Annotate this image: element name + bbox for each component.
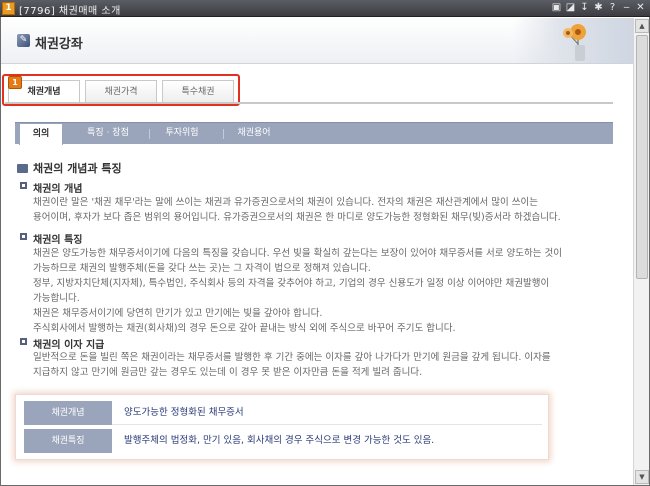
summary-row: 채권개념 양도가능한 정형화된 채무증서 [24, 401, 542, 425]
scroll-down-icon[interactable]: ▼ [635, 470, 649, 484]
tab-badge: 1 [8, 76, 22, 89]
scroll-thumb[interactable] [636, 35, 648, 279]
tab-bond-price[interactable]: 채권가격 [85, 80, 157, 102]
vase-image [575, 45, 585, 61]
tab-special-bond[interactable]: 특수채권 [162, 80, 234, 102]
window-mode-icon[interactable]: ◪ [565, 2, 576, 14]
pin-icon[interactable]: ↧ [579, 2, 590, 14]
close-icon[interactable]: ✕ [635, 2, 646, 14]
app-icon: 1 [2, 2, 15, 15]
subtab-glossary[interactable]: 채권용어 [227, 123, 281, 144]
item-heading: 채권의 특징 [33, 235, 83, 246]
scroll-up-icon[interactable]: ▲ [635, 19, 649, 33]
minimize-icon[interactable]: ‒ [621, 2, 632, 14]
item-text: 일반적으로 돈을 빌린 쪽은 채권이라는 채무증서를 발행한 후 기간 중에는 … [33, 352, 551, 378]
summary-value: 양도가능한 정형화된 채무증서 [124, 407, 244, 418]
summary-label: 채권특징 [24, 429, 112, 453]
tab-bond-concept[interactable]: 1 채권개념 [8, 76, 80, 102]
summary-row: 채권특징 발행주체의 법정화, 만기 있음, 회사채의 경우 주식으로 변경 가… [24, 429, 542, 453]
link-icon[interactable]: ▣ [551, 2, 562, 14]
subtab-separator [223, 129, 224, 139]
row-divider [112, 424, 542, 425]
subtab-risk[interactable]: 투자위험 [155, 123, 209, 144]
item-text: 채권이란 말은 '채권 채무'라는 말에 쓰이는 채권과 유가증권으로서의 채권… [33, 197, 561, 223]
summary-box: 채권개념 양도가능한 정형화된 채무증서 채권특징 발행주체의 법정화, 만기 … [15, 394, 549, 460]
item-heading: 채권의 이자 지급 [33, 340, 105, 351]
book-icon: ✎ [17, 34, 30, 47]
section-title: 채권의 개념과 특징 [17, 160, 122, 176]
page-header: ✎ 채권강좌 [1, 18, 633, 64]
settings-icon[interactable]: ✱ [593, 2, 604, 14]
tab-label: 채권가격 [104, 87, 138, 97]
subtab-features[interactable]: 특징 · 장점 [79, 123, 137, 144]
item-heading: 채권의 개념 [33, 184, 83, 195]
page-title: 채권강좌 [35, 37, 83, 52]
summary-label: 채권개념 [24, 401, 112, 425]
item-text: 채권은 양도가능한 채무증서이기에 다음의 특징을 갖습니다. 우선 빚을 확실… [33, 248, 563, 334]
window-controls: ▣ ◪ ↧ ✱ ? ‒ ✕ [551, 2, 646, 14]
subtab-separator [149, 129, 150, 139]
tab-label: 채권개념 [27, 87, 61, 97]
window-title: [7796] 채권매매 소개 [19, 6, 121, 17]
vertical-scrollbar[interactable]: ▲ ▼ [633, 18, 649, 485]
tab-divider [5, 102, 613, 104]
help-icon[interactable]: ? [607, 2, 618, 14]
bullet-icon [20, 338, 27, 345]
sub-tab-bar: 의의 특징 · 장점 투자위험 채권용어 [15, 122, 613, 145]
title-bar: 1 [7796] 채권매매 소개 ▣ ◪ ↧ ✱ ? ‒ ✕ [0, 0, 650, 17]
bullet-icon [20, 233, 27, 240]
tab-label: 특수채권 [181, 87, 215, 97]
bullet-icon [20, 182, 27, 189]
summary-value: 발행주체의 법정화, 만기 있음, 회사채의 경우 주식으로 변경 가능한 것도… [124, 435, 435, 446]
section-icon [17, 164, 28, 173]
subtab-meaning[interactable]: 의의 [19, 123, 63, 145]
